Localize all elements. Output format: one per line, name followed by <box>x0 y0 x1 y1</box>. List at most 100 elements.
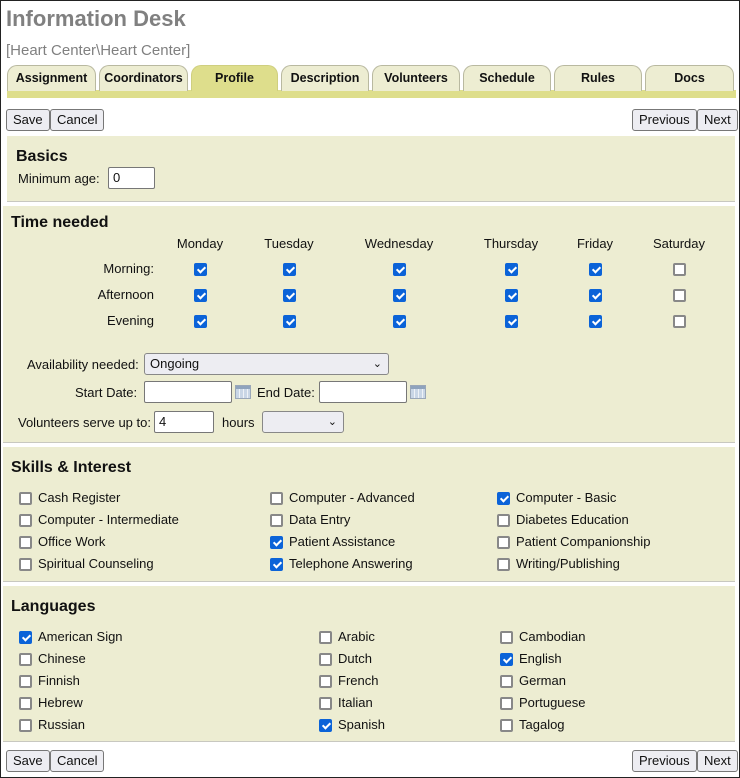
time-checkbox[interactable] <box>393 289 406 302</box>
serve-up-to-label: Volunteers serve up to: <box>18 415 151 430</box>
language-checkbox[interactable] <box>19 675 32 688</box>
skills-heading: Skills & Interest <box>11 459 132 476</box>
time-checkbox[interactable] <box>194 289 207 302</box>
serve-hours-input[interactable]: 4 <box>154 411 214 433</box>
calendar-icon[interactable] <box>235 385 251 399</box>
minimum-age-input[interactable]: 0 <box>108 167 155 189</box>
language-checkbox[interactable] <box>19 653 32 666</box>
page-title: Information Desk <box>6 6 186 31</box>
tab-assignment[interactable]: Assignment <box>7 65 96 91</box>
time-checkbox[interactable] <box>393 263 406 276</box>
tab-underline <box>7 90 736 98</box>
language-checkbox[interactable] <box>319 653 332 666</box>
language-label: Italian <box>338 695 373 710</box>
language-checkbox[interactable] <box>319 675 332 688</box>
language-checkbox[interactable] <box>319 719 332 732</box>
time-checkbox[interactable] <box>589 315 602 328</box>
language-checkbox[interactable] <box>500 719 513 732</box>
time-checkbox[interactable] <box>505 289 518 302</box>
time-checkbox[interactable] <box>283 289 296 302</box>
skill-checkbox[interactable] <box>497 558 510 571</box>
cancel-button-bottom[interactable]: Cancel <box>50 750 105 772</box>
basics-heading: Basics <box>16 148 68 165</box>
time-checkbox[interactable] <box>505 263 518 276</box>
day-header: Tuesday <box>264 236 314 251</box>
time-checkbox[interactable] <box>194 315 207 328</box>
cancel-button[interactable]: Cancel <box>50 109 105 131</box>
time-checkbox[interactable] <box>393 315 406 328</box>
language-label: Chinese <box>38 651 86 666</box>
language-checkbox[interactable] <box>500 653 513 666</box>
time-checkbox[interactable] <box>673 263 686 276</box>
language-label: Hebrew <box>38 695 83 710</box>
language-label: Finnish <box>38 673 80 688</box>
time-checkbox[interactable] <box>505 315 518 328</box>
language-checkbox[interactable] <box>500 697 513 710</box>
language-label: English <box>519 651 562 666</box>
calendar-icon[interactable] <box>410 385 426 399</box>
time-row-label: Morning: <box>103 261 154 276</box>
skill-checkbox[interactable] <box>19 514 32 527</box>
breadcrumb: [Heart Center\Heart Center] <box>6 42 191 59</box>
language-checkbox[interactable] <box>19 697 32 710</box>
skill-checkbox[interactable] <box>270 492 283 505</box>
language-label: Tagalog <box>519 717 565 732</box>
skill-label: Computer - Advanced <box>289 490 415 505</box>
time-checkbox[interactable] <box>283 263 296 276</box>
language-checkbox[interactable] <box>19 631 32 644</box>
language-label: German <box>519 673 566 688</box>
time-checkbox[interactable] <box>673 315 686 328</box>
skill-checkbox[interactable] <box>19 558 32 571</box>
save-button[interactable]: Save <box>6 109 50 131</box>
language-checkbox[interactable] <box>19 719 32 732</box>
skill-label: Patient Assistance <box>289 534 396 549</box>
previous-button-bottom[interactable]: Previous <box>632 750 697 772</box>
availability-select[interactable]: Ongoing ⌄ <box>144 353 389 375</box>
start-date-input[interactable] <box>144 381 232 403</box>
skill-checkbox[interactable] <box>497 536 510 549</box>
skill-checkbox[interactable] <box>497 492 510 505</box>
language-checkbox[interactable] <box>319 631 332 644</box>
save-button-bottom[interactable]: Save <box>6 750 50 772</box>
availability-label: Availability needed: <box>27 357 139 372</box>
hours-period-select[interactable]: ⌄ <box>262 411 344 433</box>
language-checkbox[interactable] <box>500 675 513 688</box>
time-checkbox[interactable] <box>194 263 207 276</box>
language-label: French <box>338 673 379 688</box>
time-checkbox[interactable] <box>589 263 602 276</box>
minimum-age-label: Minimum age: <box>18 171 100 186</box>
language-checkbox[interactable] <box>319 697 332 710</box>
skill-checkbox[interactable] <box>270 558 283 571</box>
end-date-input[interactable] <box>319 381 407 403</box>
skill-label: Writing/Publishing <box>516 556 620 571</box>
skill-checkbox[interactable] <box>19 492 32 505</box>
next-button-bottom[interactable]: Next <box>697 750 738 772</box>
tab-docs[interactable]: Docs <box>645 65 734 91</box>
tab-profile[interactable]: Profile <box>191 65 278 91</box>
skill-checkbox[interactable] <box>270 514 283 527</box>
languages-panel: Languages American Sign Chinese Finnish Heb… <box>3 586 735 742</box>
day-header: Saturday <box>652 236 706 251</box>
chevron-down-icon: ⌄ <box>372 358 382 370</box>
next-button[interactable]: Next <box>697 109 738 131</box>
language-label: Dutch <box>338 651 372 666</box>
tab-volunteers[interactable]: Volunteers <box>372 65 460 91</box>
skill-label: Computer - Intermediate <box>38 512 179 527</box>
skill-checkbox[interactable] <box>19 536 32 549</box>
previous-button[interactable]: Previous <box>632 109 697 131</box>
day-header: Monday <box>176 236 224 251</box>
language-label: Portuguese <box>519 695 586 710</box>
language-label: American Sign <box>38 629 123 644</box>
time-checkbox[interactable] <box>283 315 296 328</box>
start-date-label: Start Date: <box>75 385 138 400</box>
tab-coordinators[interactable]: Coordinators <box>99 65 188 91</box>
skill-checkbox[interactable] <box>270 536 283 549</box>
time-checkbox[interactable] <box>673 289 686 302</box>
tab-schedule[interactable]: Schedule <box>463 65 551 91</box>
tab-rules[interactable]: Rules <box>554 65 642 91</box>
skill-checkbox[interactable] <box>497 514 510 527</box>
tab-description[interactable]: Description <box>281 65 369 91</box>
time-checkbox[interactable] <box>589 289 602 302</box>
hours-label: hours <box>222 415 255 430</box>
language-checkbox[interactable] <box>500 631 513 644</box>
